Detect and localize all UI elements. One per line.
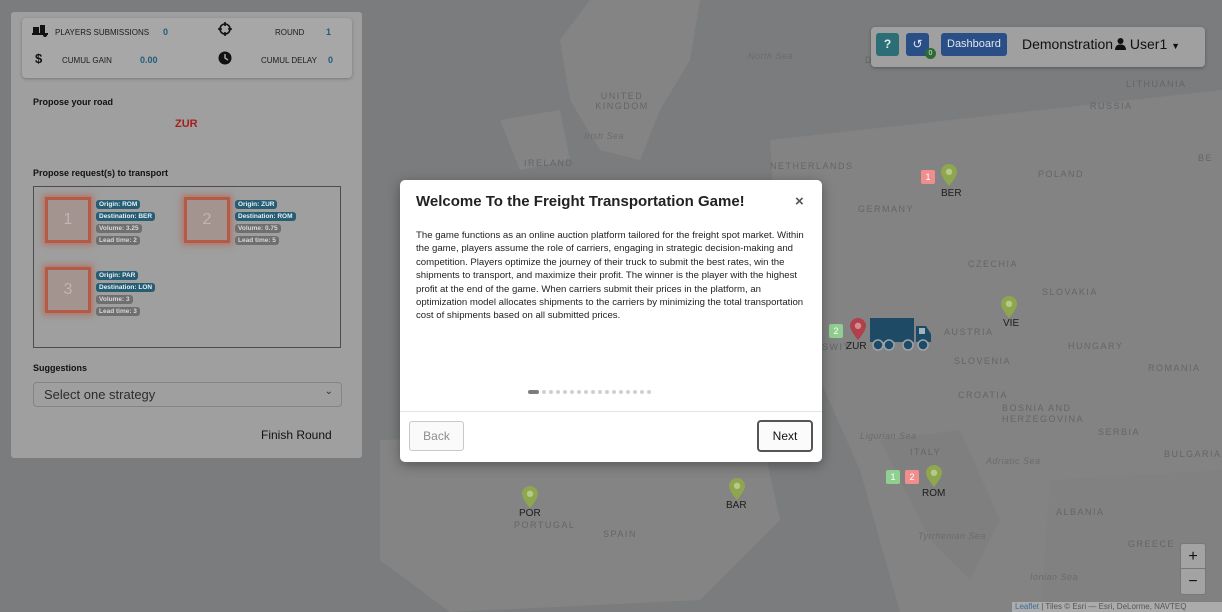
map-attribution: Leaflet | Tiles © Esri — Esri, DeLorme, … [1012, 602, 1222, 612]
city-label-rom: ROM [922, 488, 946, 499]
step-dot[interactable] [563, 390, 567, 394]
step-dot[interactable] [619, 390, 623, 394]
road-title: Propose your road [33, 97, 114, 107]
request-2-volume: Volume: 0.75 [235, 224, 281, 233]
strategy-select[interactable]: Select one strategy ⌄ [33, 382, 342, 407]
city-label-ber: BER [941, 188, 962, 199]
top-nav: ? ↺ 0 Dashboard Demonstration User1 ▼ [871, 27, 1205, 67]
badge-rom-1: 1 [886, 470, 900, 484]
request-3-origin: Origin: PAR [96, 271, 139, 280]
request-2-lead-time: Lead time: 5 [235, 236, 279, 245]
pin-ber-icon[interactable] [941, 164, 957, 186]
submissions-label: PLAYERS SUBMISSIONS [55, 28, 150, 37]
modal-body: The game functions as an online auction … [416, 230, 804, 322]
dashboard-button[interactable]: Dashboard [941, 33, 1007, 56]
request-1-origin: Origin: ROM [96, 200, 141, 209]
stats-card: PLAYERS SUBMISSIONS 0 ROUND 1 $ CUMUL GA… [22, 18, 352, 78]
modal-divider [400, 411, 822, 412]
request-2-destination: Destination: ROM [235, 212, 296, 221]
badge-rom-2: 2 [905, 470, 919, 484]
user-icon [1115, 38, 1126, 50]
truck-icon [870, 318, 931, 351]
round-label: ROUND [275, 28, 305, 37]
step-dot[interactable] [549, 390, 553, 394]
request-3-lead-time: Lead time: 3 [96, 307, 140, 316]
suggestions-title: Suggestions [33, 363, 88, 373]
close-icon[interactable]: × [795, 193, 804, 210]
user-name: User1 [1129, 36, 1168, 52]
modal-title: Welcome To the Freight Transportation Ga… [416, 193, 745, 210]
next-button[interactable]: Next [757, 420, 813, 452]
request-1-volume: Volume: 3.25 [96, 224, 142, 233]
nav-title: Demonstration [1022, 36, 1114, 52]
gain-value: 0.00 [140, 55, 158, 65]
step-dot[interactable] [570, 390, 574, 394]
step-dot[interactable] [528, 390, 539, 394]
crosshairs-icon [218, 22, 232, 36]
step-dot[interactable] [577, 390, 581, 394]
step-dot[interactable] [605, 390, 609, 394]
gain-label: CUMUL GAIN [62, 56, 112, 65]
dollar-icon: $ [35, 51, 43, 66]
welcome-modal: Welcome To the Freight Transportation Ga… [400, 180, 822, 462]
step-dot[interactable] [556, 390, 560, 394]
chevron-down-icon: ⌄ [324, 386, 333, 397]
clock-icon [218, 51, 232, 65]
round-value: 1 [326, 27, 332, 37]
zoom-out-button[interactable]: − [1181, 569, 1205, 594]
request-2-square[interactable]: 2 [184, 197, 230, 243]
back-button[interactable]: Back [409, 421, 464, 451]
request-3-destination: Destination: LON [96, 283, 156, 292]
left-panel: PLAYERS SUBMISSIONS 0 ROUND 1 $ CUMUL GA… [11, 12, 362, 458]
step-dot[interactable] [598, 390, 602, 394]
pin-por-icon[interactable] [522, 486, 538, 508]
delay-label: CUMUL DELAY [261, 56, 318, 65]
request-1-lead-time: Lead time: 2 [96, 236, 140, 245]
step-dot[interactable] [612, 390, 616, 394]
step-dot[interactable] [640, 390, 644, 394]
city-label-vie: VIE [1003, 318, 1020, 329]
city-label-bar: BAR [726, 500, 747, 511]
request-3-square[interactable]: 3 [45, 267, 91, 313]
finish-round-button[interactable]: Finish Round [261, 428, 332, 442]
caret-down-icon: ▼ [1171, 41, 1181, 51]
request-2-origin: Origin: ZUR [235, 200, 278, 209]
zoom-control: + − [1180, 543, 1206, 595]
leaflet-link[interactable]: Leaflet [1015, 602, 1039, 611]
requests-title: Propose request(s) to transport [33, 168, 169, 178]
requests-box: 1 Origin: ROM Destination: BER Volume: 3… [33, 186, 341, 348]
pin-zur-icon[interactable] [850, 318, 866, 340]
request-3-volume: Volume: 3 [96, 295, 133, 304]
step-dot[interactable] [633, 390, 637, 394]
pin-bar-icon[interactable] [729, 478, 745, 500]
history-badge: 0 [925, 48, 936, 59]
history-icon: ↺ [912, 37, 923, 51]
strategy-select-value: Select one strategy [44, 387, 156, 402]
pin-vie-icon[interactable] [1001, 296, 1017, 318]
badge-ber-1: 1 [921, 170, 935, 184]
help-button[interactable]: ? [876, 33, 899, 56]
city-label-por: POR [519, 508, 541, 519]
step-dot[interactable] [647, 390, 651, 394]
city-label-zur: ZUR [846, 341, 867, 352]
user-dropdown[interactable]: User1 ▼ [1115, 36, 1180, 52]
truck-loading-icon [32, 25, 48, 37]
pin-rom-icon[interactable] [926, 465, 942, 487]
request-1-destination: Destination: BER [96, 212, 156, 221]
road-value: ZUR [175, 118, 198, 130]
step-dot[interactable] [591, 390, 595, 394]
zoom-in-button[interactable]: + [1181, 544, 1205, 569]
step-dot[interactable] [584, 390, 588, 394]
step-dot[interactable] [542, 390, 546, 394]
delay-value: 0 [328, 55, 334, 65]
submissions-value: 0 [163, 27, 169, 37]
badge-zur-2: 2 [829, 324, 843, 338]
request-1-square[interactable]: 1 [45, 197, 91, 243]
step-dot[interactable] [626, 390, 630, 394]
attribution-text: | Tiles © Esri — Esri, DeLorme, NAVTEQ [1039, 602, 1187, 611]
